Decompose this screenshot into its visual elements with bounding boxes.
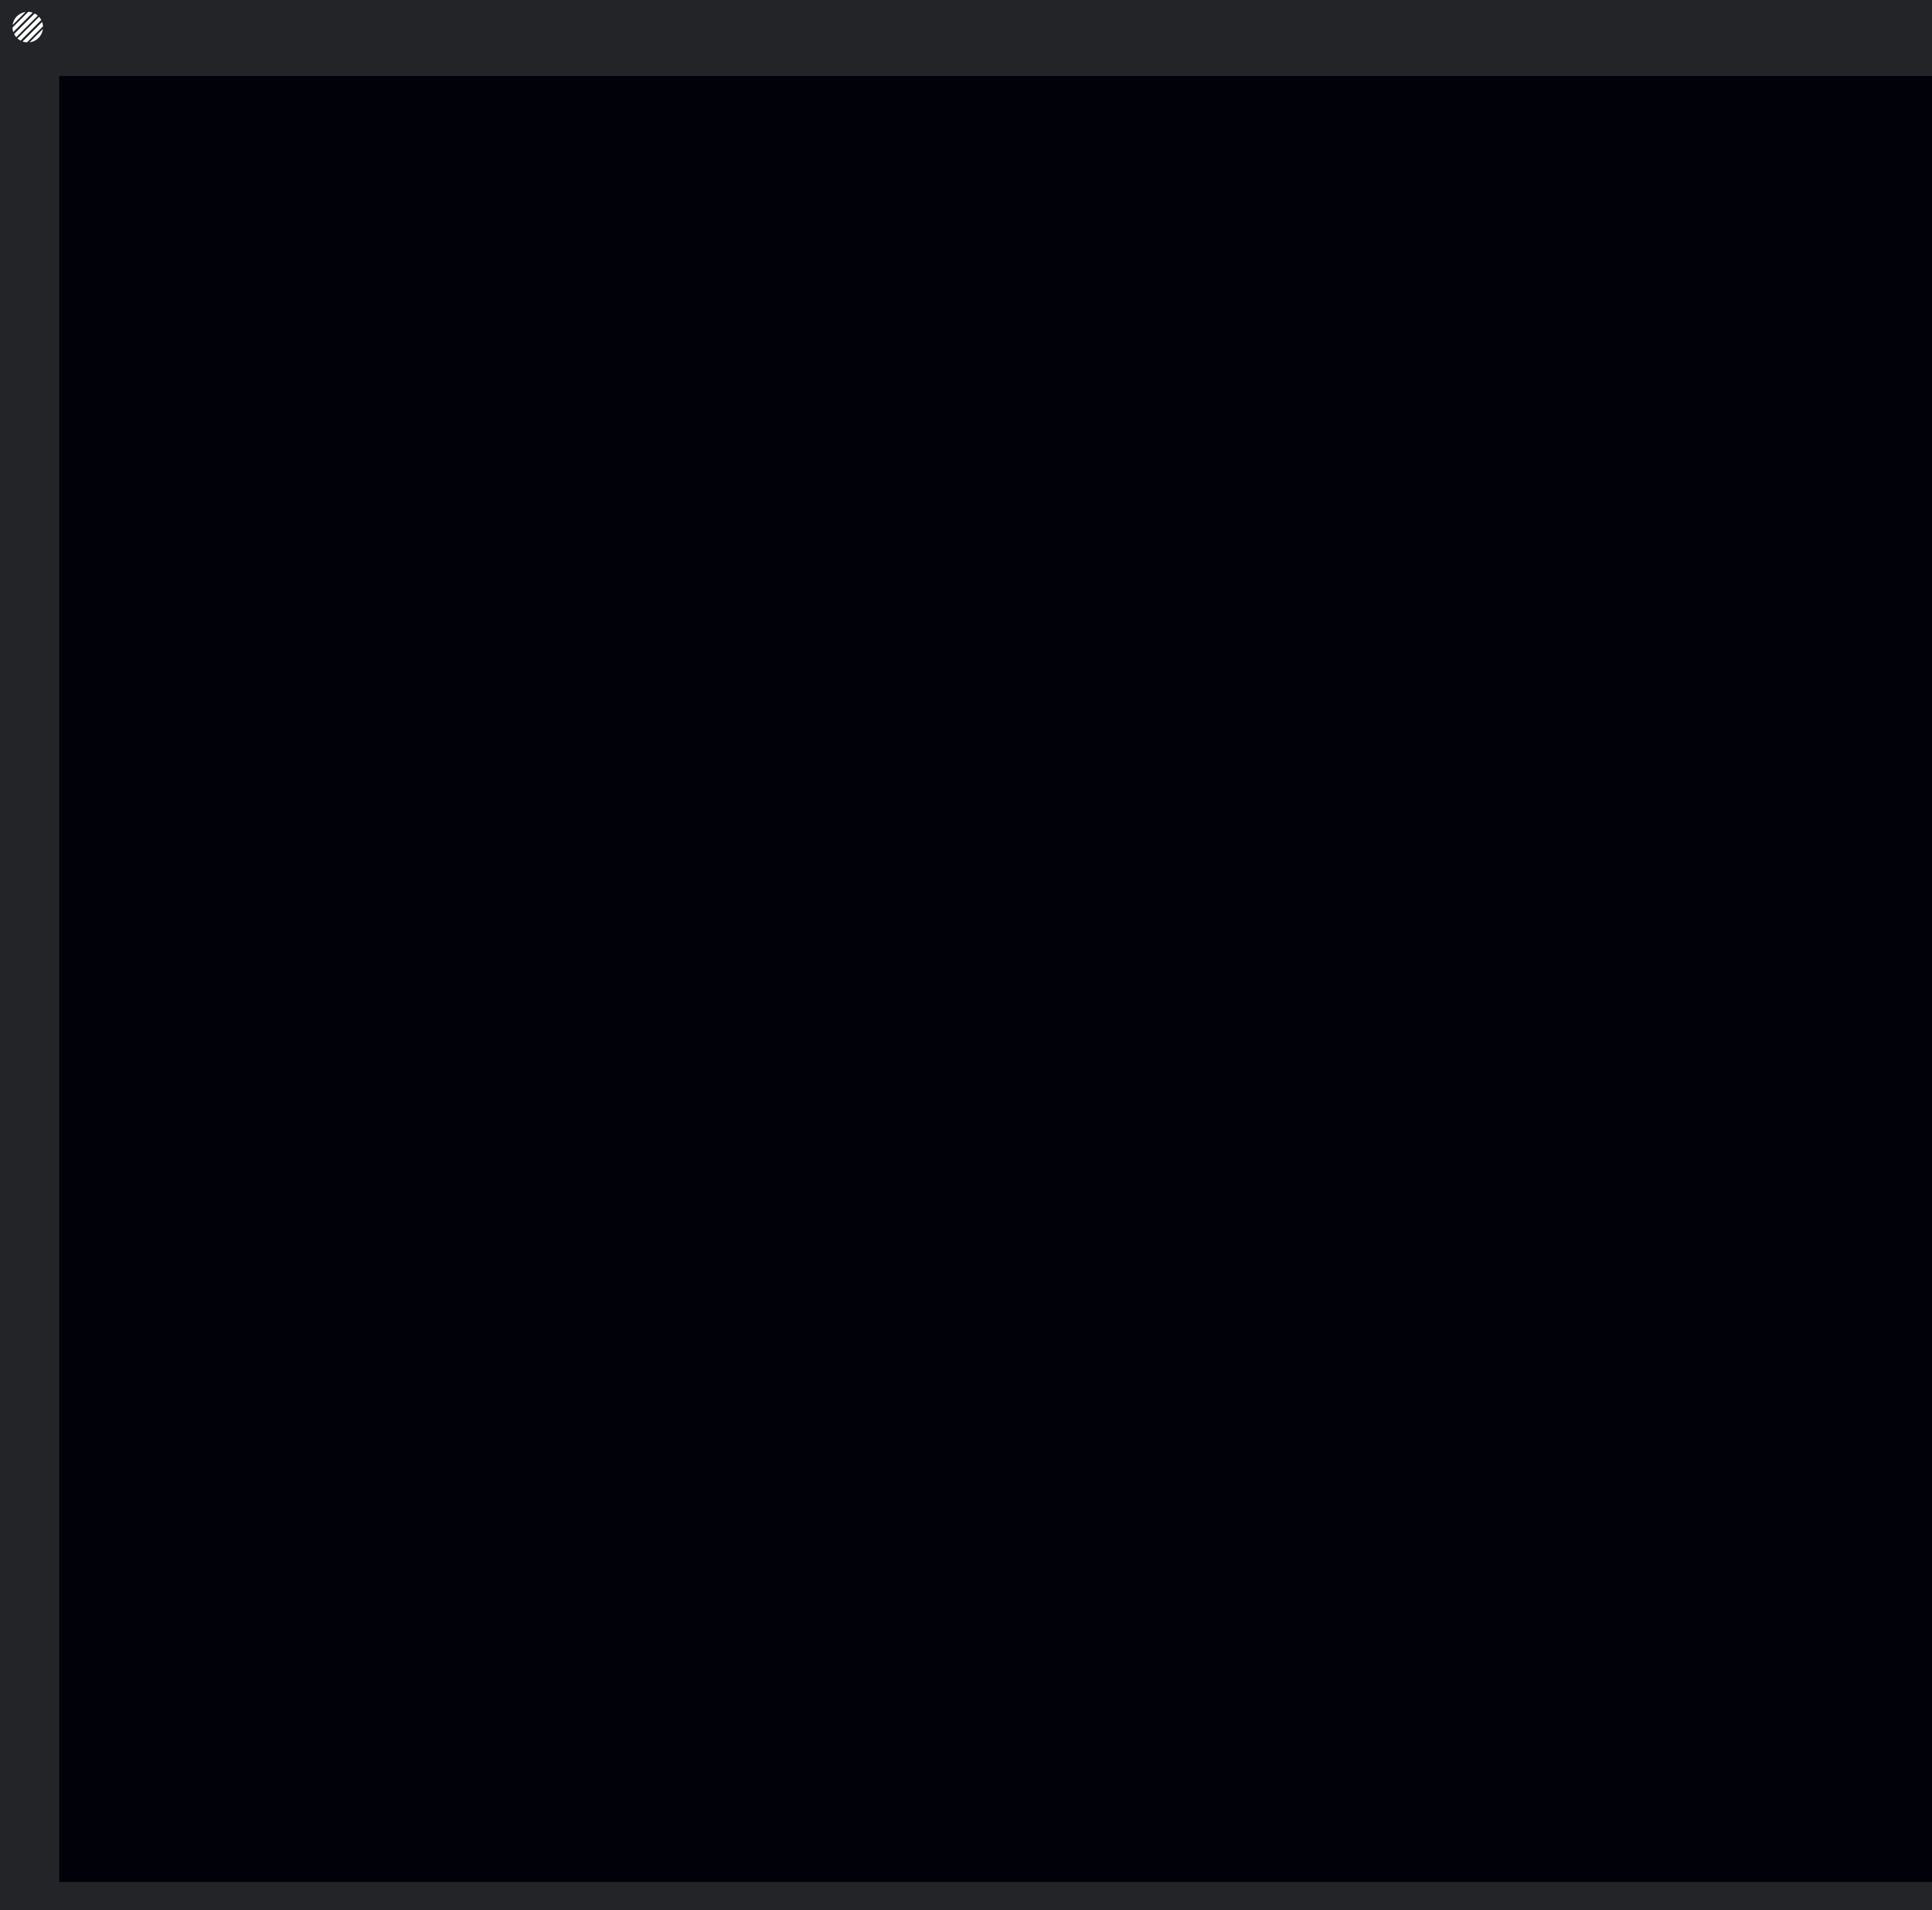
footer-bar — [0, 1884, 1932, 1910]
colorbar-gradient — [530, 12, 1471, 26]
spectrogram-page — [0, 0, 1932, 1910]
spectrogram-plot-area — [0, 0, 1932, 1910]
spectrogram-canvas — [59, 76, 1932, 1882]
header-bar — [0, 0, 1932, 76]
colorbar-legend — [0, 0, 1932, 37]
